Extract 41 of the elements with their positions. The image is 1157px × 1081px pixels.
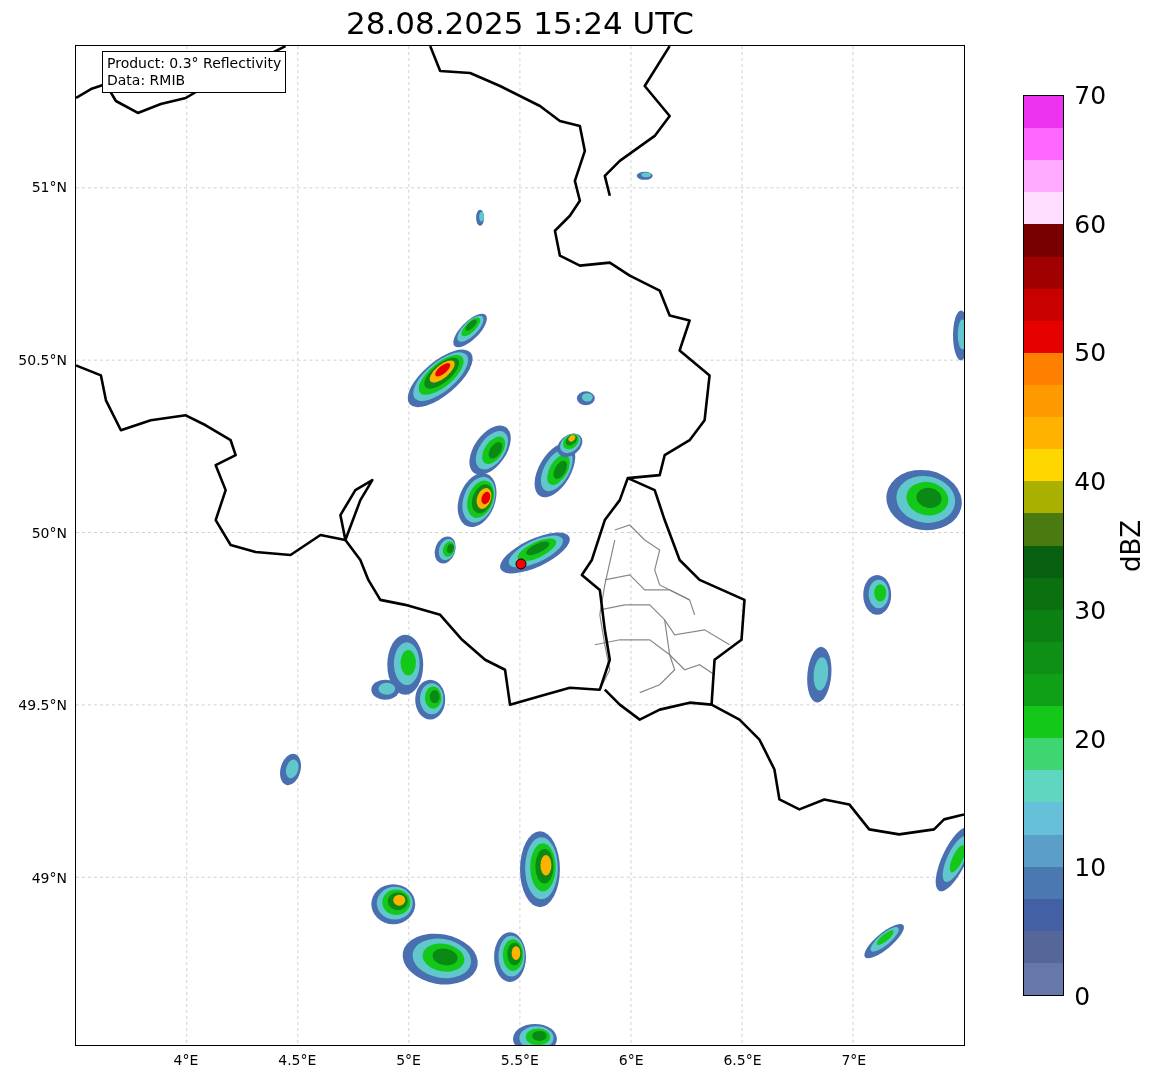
colorbar-tick-label: 30 bbox=[1074, 595, 1107, 625]
radar-echo bbox=[863, 574, 892, 615]
latitude-label: 49°N bbox=[31, 870, 67, 886]
colorbar-tick-label: 0 bbox=[1074, 981, 1091, 1011]
colorbar-tick-label: 40 bbox=[1074, 466, 1107, 496]
longitude-label: 4.5°E bbox=[278, 1052, 317, 1068]
radar-echo bbox=[434, 536, 456, 564]
radar-echo bbox=[280, 753, 301, 786]
longitude-label: 6.5°E bbox=[723, 1052, 762, 1068]
longitude-label: 4°E bbox=[173, 1052, 199, 1068]
radar-echo bbox=[935, 827, 964, 892]
colorbar-tick-label: 10 bbox=[1074, 852, 1107, 882]
radar-echo bbox=[469, 425, 511, 475]
colorbar-tick-label: 70 bbox=[1074, 80, 1107, 110]
longitude-label: 5°E bbox=[396, 1052, 421, 1068]
radar-echo bbox=[636, 171, 653, 180]
latitude-label: 50.5°N bbox=[18, 351, 67, 368]
radar-echo bbox=[953, 310, 964, 361]
radar-echo bbox=[807, 646, 832, 703]
colorbar-tick-label: 50 bbox=[1074, 337, 1107, 367]
chart-title: 28.08.2025 15:24 UTC bbox=[345, 3, 695, 43]
longitude-label: 5.5°E bbox=[500, 1052, 539, 1068]
latitude-label: 49.5°N bbox=[18, 697, 67, 714]
latitude-label: 51°N bbox=[31, 179, 67, 195]
longitude-label: 7°E bbox=[841, 1052, 867, 1068]
radar-echo bbox=[576, 391, 595, 406]
latitude-label: 50°N bbox=[31, 524, 67, 541]
radar-echo bbox=[371, 884, 416, 925]
longitude-label: 6°E bbox=[618, 1052, 644, 1068]
colorbar-tick-label: 20 bbox=[1074, 724, 1107, 754]
colorbar-tick-label: 60 bbox=[1074, 209, 1107, 239]
radar-site-marker bbox=[515, 558, 527, 570]
colorbar-label: dBZ bbox=[1115, 519, 1146, 572]
radar-echo bbox=[494, 932, 526, 982]
info-text: Product: 0.3° Reflectivity bbox=[107, 55, 282, 72]
radar-echo bbox=[513, 1023, 557, 1045]
info-text: Data: RMIB bbox=[107, 72, 187, 89]
radar-echo bbox=[500, 532, 570, 574]
radar-echo bbox=[476, 209, 485, 226]
radar-echo bbox=[457, 473, 497, 528]
radar-echo bbox=[864, 923, 904, 959]
